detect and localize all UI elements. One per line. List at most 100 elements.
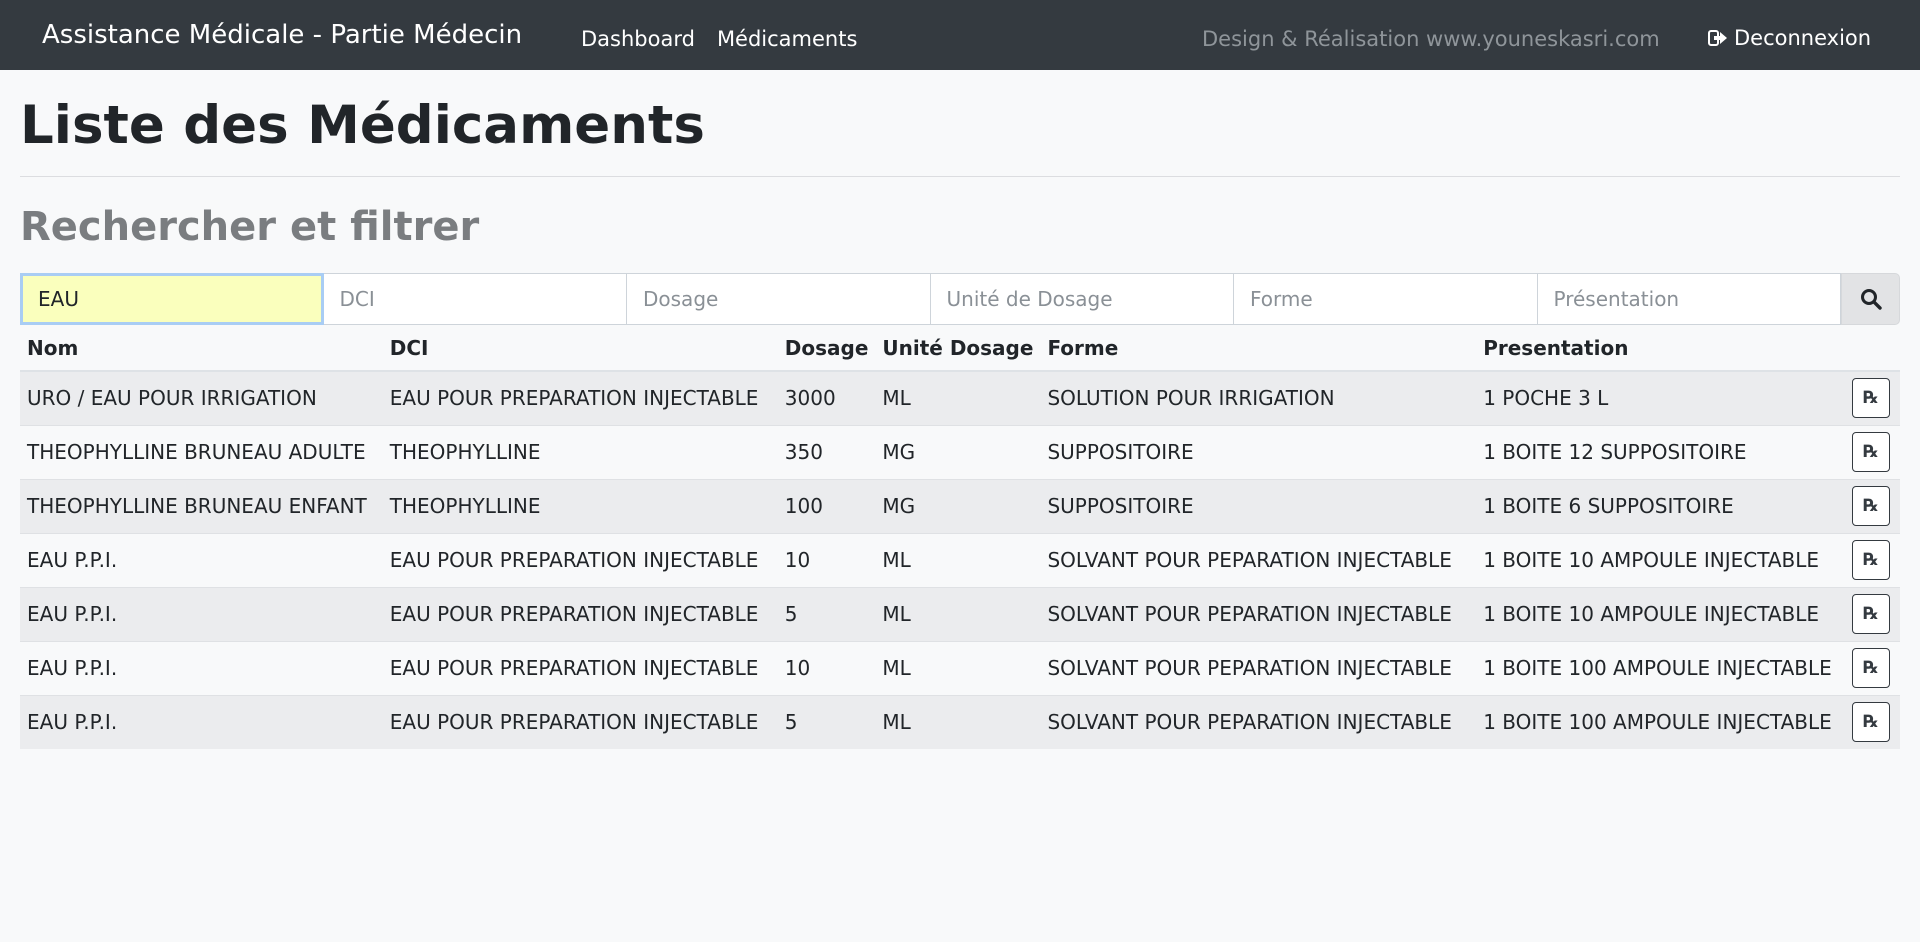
cell-nom: EAU P.P.I. bbox=[20, 532, 383, 587]
logout-label: Deconnexion bbox=[1734, 26, 1872, 50]
cell-unite: MG bbox=[875, 424, 1041, 479]
nom-filter-input[interactable] bbox=[20, 273, 324, 325]
cell-presentation: 1 BOITE 6 SUPPOSITOIRE bbox=[1476, 478, 1845, 533]
cell-dosage: 5 bbox=[777, 694, 876, 749]
cell-dosage: 10 bbox=[777, 640, 876, 695]
prescription-icon: ℞ bbox=[1863, 442, 1879, 462]
cell-forme: SUPPOSITOIRE bbox=[1040, 478, 1477, 533]
cell-unite: ML bbox=[875, 370, 1041, 425]
divider bbox=[20, 176, 1900, 177]
cell-dci: EAU POUR PREPARATION INJECTABLE bbox=[382, 532, 778, 587]
cell-unite: ML bbox=[875, 694, 1041, 749]
cell-dosage: 5 bbox=[777, 586, 876, 641]
cell-nom: THEOPHYLLINE BRUNEAU ENFANT bbox=[20, 478, 383, 533]
cell-forme: SOLVANT POUR PEPARATION INJECTABLE bbox=[1040, 640, 1477, 695]
prescription-icon: ℞ bbox=[1863, 658, 1879, 678]
cell-action: ℞ bbox=[1844, 640, 1900, 695]
navbar-brand[interactable]: Assistance Médicale - Partie Médecin bbox=[42, 20, 522, 50]
cell-dosage: 10 bbox=[777, 532, 876, 587]
header-actions bbox=[1844, 325, 1900, 372]
table-row: EAU P.P.I. EAU POUR PREPARATION INJECTAB… bbox=[20, 694, 1900, 749]
cell-dci: EAU POUR PREPARATION INJECTABLE bbox=[382, 586, 778, 641]
cell-unite: MG bbox=[875, 478, 1041, 533]
cell-forme: SOLVANT POUR PEPARATION INJECTABLE bbox=[1040, 532, 1477, 587]
cell-forme: SOLUTION POUR IRRIGATION bbox=[1040, 370, 1477, 425]
cell-action: ℞ bbox=[1844, 478, 1900, 533]
prescription-icon: ℞ bbox=[1863, 388, 1879, 409]
prescribe-button[interactable]: ℞ bbox=[1851, 486, 1890, 526]
header-unite-dosage: Unité Dosage bbox=[875, 325, 1041, 372]
header-presentation: Presentation bbox=[1476, 325, 1845, 372]
table-header-row: Nom DCI Dosage Unité Dosage Forme Presen… bbox=[20, 325, 1900, 372]
dci-filter-input[interactable] bbox=[323, 273, 627, 325]
sign-out-icon bbox=[1708, 30, 1727, 46]
table-row: EAU P.P.I. EAU POUR PREPARATION INJECTAB… bbox=[20, 532, 1900, 587]
cell-presentation: 1 POCHE 3 L bbox=[1476, 370, 1845, 425]
cell-dci: EAU POUR PREPARATION INJECTABLE bbox=[382, 370, 778, 425]
cell-dosage: 350 bbox=[777, 424, 876, 479]
cell-unite: ML bbox=[875, 532, 1041, 587]
prescribe-button[interactable]: ℞ bbox=[1851, 540, 1890, 580]
designer-credit: Design & Réalisation www.youneskasri.com bbox=[1202, 27, 1660, 51]
prescribe-button[interactable]: ℞ bbox=[1851, 648, 1890, 688]
search-button[interactable] bbox=[1841, 273, 1900, 325]
cell-dosage: 3000 bbox=[777, 370, 876, 425]
prescription-icon: ℞ bbox=[1863, 550, 1879, 570]
cell-nom: EAU P.P.I. bbox=[20, 640, 383, 695]
cell-unite: ML bbox=[875, 640, 1041, 695]
dosage-filter-input[interactable] bbox=[627, 273, 931, 325]
cell-presentation: 1 BOITE 10 AMPOULE INJECTABLE bbox=[1476, 532, 1845, 587]
cell-forme: SOLVANT POUR PEPARATION INJECTABLE bbox=[1040, 586, 1477, 641]
cell-action: ℞ bbox=[1844, 370, 1900, 425]
table-row: EAU P.P.I. EAU POUR PREPARATION INJECTAB… bbox=[20, 586, 1900, 641]
search-icon bbox=[1860, 289, 1882, 310]
forme-filter-input[interactable] bbox=[1234, 273, 1538, 325]
cell-dci: EAU POUR PREPARATION INJECTABLE bbox=[382, 694, 778, 749]
filter-section-title: Rechercher et filtrer bbox=[20, 204, 480, 250]
nav-links: Dashboard Médicaments bbox=[581, 24, 857, 54]
navbar: Assistance Médicale - Partie Médecin Das… bbox=[0, 0, 1920, 70]
cell-action: ℞ bbox=[1844, 694, 1900, 749]
cell-nom: EAU P.P.I. bbox=[20, 586, 383, 641]
header-forme: Forme bbox=[1040, 325, 1477, 372]
prescribe-button[interactable]: ℞ bbox=[1851, 378, 1890, 419]
cell-dci: EAU POUR PREPARATION INJECTABLE bbox=[382, 640, 778, 695]
cell-forme: SUPPOSITOIRE bbox=[1040, 424, 1477, 479]
cell-dci: THEOPHYLLINE bbox=[382, 424, 778, 479]
table-row: THEOPHYLLINE BRUNEAU ENFANT THEOPHYLLINE… bbox=[20, 478, 1900, 533]
presentation-filter-input[interactable] bbox=[1537, 273, 1841, 325]
cell-forme: SOLVANT POUR PEPARATION INJECTABLE bbox=[1040, 694, 1477, 749]
cell-nom: THEOPHYLLINE BRUNEAU ADULTE bbox=[20, 424, 383, 479]
cell-action: ℞ bbox=[1844, 532, 1900, 587]
cell-action: ℞ bbox=[1844, 424, 1900, 479]
prescription-icon: ℞ bbox=[1863, 712, 1879, 733]
cell-presentation: 1 BOITE 100 AMPOULE INJECTABLE bbox=[1476, 640, 1845, 695]
header-dci: DCI bbox=[382, 325, 778, 372]
cell-presentation: 1 BOITE 10 AMPOULE INJECTABLE bbox=[1476, 586, 1845, 641]
prescribe-button[interactable]: ℞ bbox=[1851, 702, 1890, 743]
table-row: EAU P.P.I. EAU POUR PREPARATION INJECTAB… bbox=[20, 640, 1900, 695]
prescribe-button[interactable]: ℞ bbox=[1851, 432, 1890, 472]
medicaments-table: Nom DCI Dosage Unité Dosage Forme Presen… bbox=[20, 325, 1900, 749]
cell-presentation: 1 BOITE 100 AMPOULE INJECTABLE bbox=[1476, 694, 1845, 749]
cell-dosage: 100 bbox=[777, 478, 876, 533]
table-row: THEOPHYLLINE BRUNEAU ADULTE THEOPHYLLINE… bbox=[20, 424, 1900, 479]
header-nom: Nom bbox=[20, 325, 383, 372]
filter-bar bbox=[20, 273, 1900, 325]
cell-nom: EAU P.P.I. bbox=[20, 694, 383, 749]
cell-nom: URO / EAU POUR IRRIGATION bbox=[20, 370, 383, 425]
nav-link-dashboard[interactable]: Dashboard bbox=[581, 24, 695, 54]
cell-dci: THEOPHYLLINE bbox=[382, 478, 778, 533]
nav-link-medicaments[interactable]: Médicaments bbox=[717, 24, 857, 54]
prescribe-button[interactable]: ℞ bbox=[1851, 594, 1890, 634]
prescription-icon: ℞ bbox=[1863, 496, 1879, 516]
table-row: URO / EAU POUR IRRIGATION EAU POUR PREPA… bbox=[20, 370, 1900, 425]
logout-button[interactable]: Deconnexion bbox=[1708, 23, 1871, 53]
cell-unite: ML bbox=[875, 586, 1041, 641]
cell-action: ℞ bbox=[1844, 586, 1900, 641]
unite-dosage-filter-input[interactable] bbox=[930, 273, 1234, 325]
header-dosage: Dosage bbox=[777, 325, 876, 372]
cell-presentation: 1 BOITE 12 SUPPOSITOIRE bbox=[1476, 424, 1845, 479]
prescription-icon: ℞ bbox=[1863, 604, 1879, 624]
page-title: Liste des Médicaments bbox=[20, 95, 705, 156]
